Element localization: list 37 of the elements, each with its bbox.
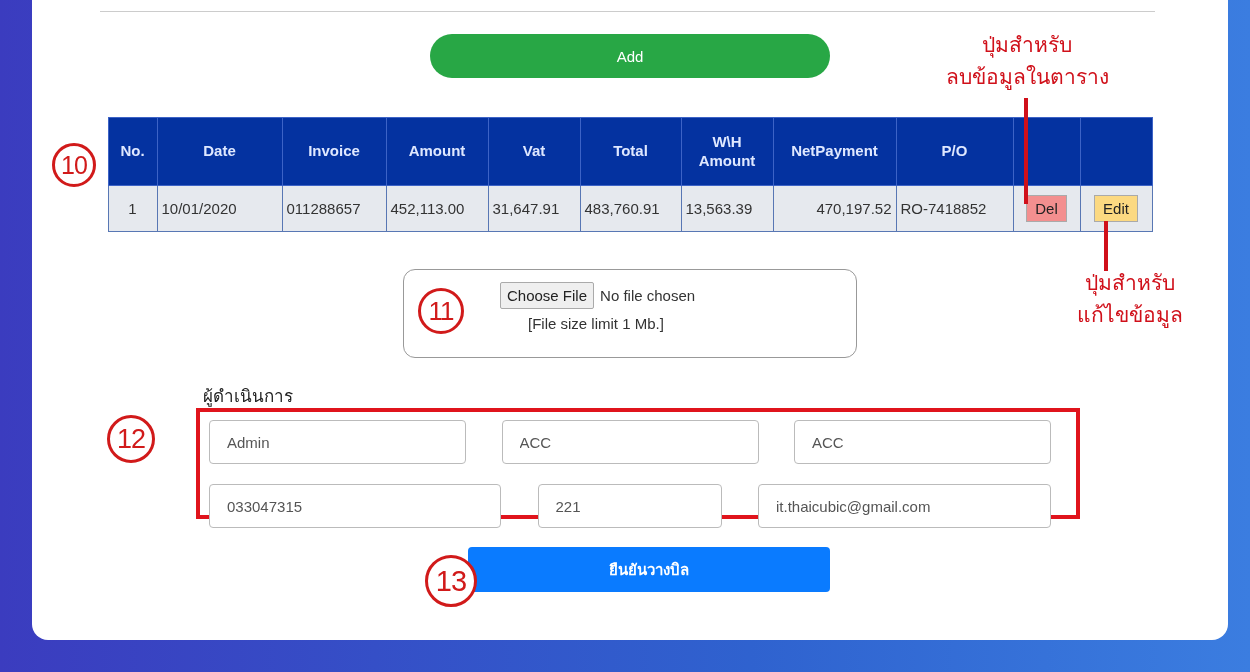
- step-number-badge: 13: [425, 555, 477, 607]
- annotation-text: ปุ่มสำหรับ แก้ไขข้อมูล: [1076, 270, 1184, 330]
- table-cell: RO-7418852: [896, 185, 1013, 232]
- file-status-text: No file chosen: [600, 287, 696, 304]
- text-input-field[interactable]: ACC: [794, 420, 1051, 464]
- table-cell: 10/01/2020: [157, 185, 282, 232]
- text-input-field[interactable]: Admin: [209, 420, 466, 464]
- table-cell: 31,647.91: [488, 185, 580, 232]
- column-header: NetPayment: [773, 117, 896, 186]
- table-cell: 011288657: [282, 185, 386, 232]
- column-header: Invoice: [282, 117, 386, 186]
- delete-button[interactable]: Del: [1026, 195, 1067, 222]
- operator-label: ผู้ดำเนินการ: [203, 386, 293, 408]
- column-header: Date: [157, 117, 282, 186]
- table-cell: 452,113.00: [386, 185, 488, 232]
- text-input-field[interactable]: 221: [537, 484, 722, 528]
- column-header: No.: [108, 117, 157, 186]
- column-header: Total: [580, 117, 681, 186]
- table-cell: 483,760.91: [580, 185, 681, 232]
- column-header: P/O: [896, 117, 1013, 186]
- column-header: W\H Amount: [681, 117, 773, 186]
- confirm-button[interactable]: ยืนยันวางบิล: [468, 547, 830, 592]
- table-cell: 1: [108, 185, 157, 232]
- column-header: Vat: [488, 117, 580, 186]
- edit-button[interactable]: Edit: [1094, 195, 1138, 222]
- table-cell: 13,563.39: [681, 185, 773, 232]
- column-header: Amount: [386, 117, 488, 186]
- step-number-badge: 11: [418, 288, 464, 334]
- step-number-badge: 10: [52, 143, 96, 187]
- text-input-field[interactable]: it.thaicubic@gmail.com: [758, 484, 1051, 528]
- annotation-text: ปุ่มสำหรับ ลบข้อมูลในตาราง: [944, 32, 1110, 92]
- step-number-badge: 12: [107, 415, 155, 463]
- file-size-note: [File size limit 1 Mb.]: [528, 315, 665, 332]
- text-input-field[interactable]: ACC: [501, 420, 759, 464]
- choose-file-button[interactable]: Choose File: [500, 282, 595, 309]
- table-cell: 470,197.52: [773, 185, 896, 232]
- text-input-field[interactable]: 033047315: [209, 484, 501, 528]
